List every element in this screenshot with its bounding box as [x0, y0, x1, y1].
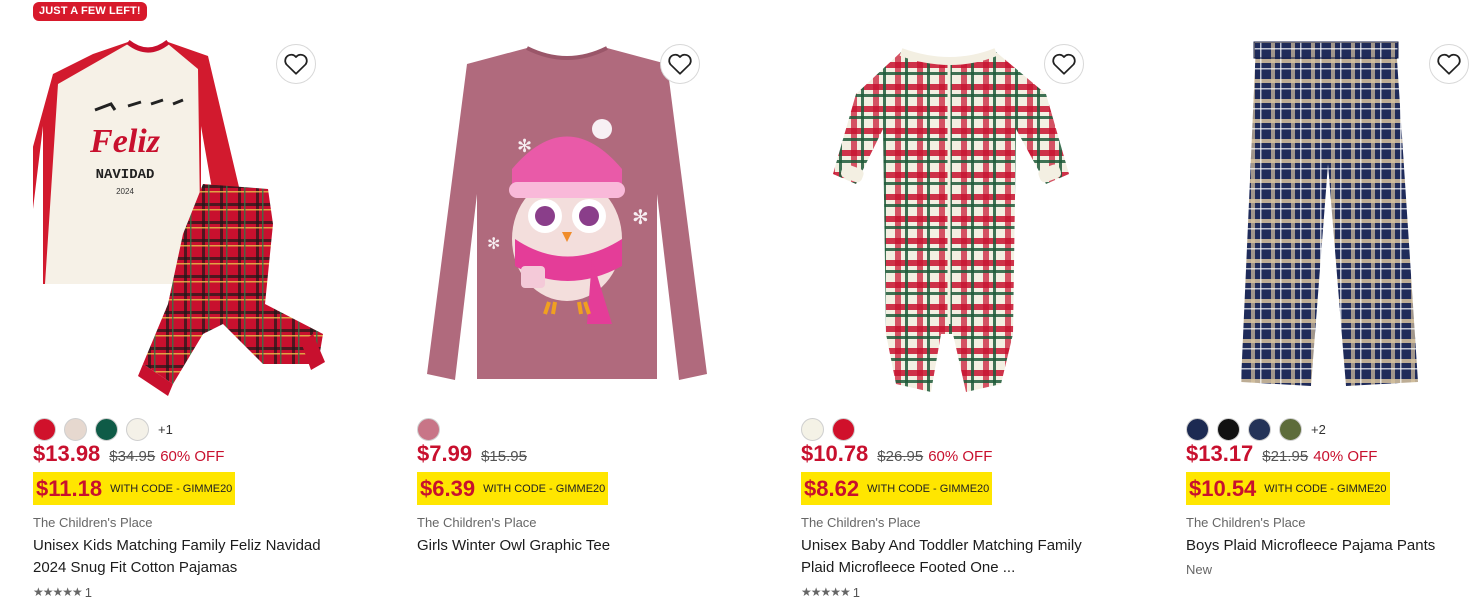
- code-text: WITH CODE - GIMME20: [867, 482, 990, 495]
- code-text: WITH CODE - GIMME20: [1264, 482, 1387, 495]
- product-card[interactable]: +2 $13.17 $21.95 40% OFF $10.54 WITH COD…: [1186, 0, 1479, 600]
- product-image[interactable]: Feliz NAVIDAD 2024: [33, 34, 333, 404]
- product-image[interactable]: ✻ ✻ ✻: [417, 34, 717, 404]
- heart-outline-icon: [284, 53, 308, 75]
- promo-code-price: $8.62 WITH CODE - GIMME20: [801, 472, 993, 505]
- svg-text:✻: ✻: [517, 136, 532, 156]
- product-title[interactable]: Boys Plaid Microfleece Pajama Pants: [1186, 535, 1479, 557]
- rating-stars-icon: ★★★★★: [33, 585, 83, 599]
- color-swatch[interactable]: [1217, 417, 1240, 441]
- rating-stars-icon: ★★★★★: [801, 585, 851, 599]
- promo-code-price: $6.39 WITH CODE - GIMME20: [417, 472, 609, 505]
- product-card[interactable]: $10.78 $26.95 60% OFF $8.62 WITH CODE - …: [801, 0, 1161, 600]
- product-card[interactable]: ✻ ✻ ✻ $7.99 $15.95 $6.39 WITH CODE - GIM…: [417, 0, 777, 600]
- price-row: $10.78 $26.95 60% OFF: [801, 441, 992, 471]
- rating-count: 1: [852, 584, 861, 600]
- color-swatch[interactable]: [801, 417, 824, 441]
- brand-name: The Children's Place: [33, 515, 153, 530]
- original-price: $21.95: [1262, 448, 1309, 465]
- wishlist-button[interactable]: [1429, 44, 1469, 84]
- brand-name: The Children's Place: [417, 515, 537, 530]
- heart-outline-icon: [668, 53, 692, 75]
- discount-label: 40% OFF: [1313, 448, 1378, 465]
- svg-text:2024: 2024: [116, 187, 134, 196]
- price-row: $13.98 $34.95 60% OFF: [33, 441, 224, 471]
- product-rating[interactable]: ★★★★★ 1: [33, 584, 93, 600]
- discount-label: 60% OFF: [160, 448, 225, 465]
- svg-text:✻: ✻: [632, 207, 649, 229]
- plaid-pajama-pants-image: [1241, 41, 1418, 386]
- discount-label: 60% OFF: [928, 448, 993, 465]
- product-title[interactable]: Unisex Kids Matching Family Feliz Navida…: [33, 535, 333, 579]
- price-row: $13.17 $21.95 40% OFF: [1186, 441, 1377, 471]
- product-title[interactable]: Girls Winter Owl Graphic Tee: [417, 535, 717, 557]
- code-price: $6.39: [420, 475, 476, 501]
- brand-name: The Children's Place: [801, 515, 921, 530]
- color-swatch[interactable]: [95, 417, 118, 441]
- color-swatches: +1: [33, 417, 173, 441]
- color-swatch[interactable]: [1186, 417, 1209, 441]
- code-price: $10.54: [1189, 475, 1257, 501]
- color-swatch[interactable]: [64, 417, 87, 441]
- wishlist-button[interactable]: [1044, 44, 1084, 84]
- color-swatch[interactable]: [1279, 417, 1302, 441]
- svg-text:NAVIDAD: NAVIDAD: [96, 167, 155, 183]
- code-text: WITH CODE - GIMME20: [483, 482, 606, 495]
- svg-text:Feliz: Feliz: [89, 123, 161, 160]
- promo-code-price: $11.18 WITH CODE - GIMME20: [33, 472, 236, 505]
- sale-price: $13.98: [33, 441, 101, 466]
- wishlist-button[interactable]: [660, 44, 700, 84]
- product-title[interactable]: Unisex Baby And Toddler Matching Family …: [801, 535, 1101, 579]
- rating-count: 1: [84, 584, 93, 600]
- product-card[interactable]: JUST A FEW LEFT! Feliz NAVIDAD 2024 +1 $…: [33, 0, 393, 600]
- promo-code-price: $10.54 WITH CODE - GIMME20: [1186, 472, 1390, 505]
- holiday-pajama-set-image: Feliz NAVIDAD 2024: [33, 39, 325, 396]
- color-swatch[interactable]: [832, 417, 855, 441]
- low-stock-badge: JUST A FEW LEFT!: [33, 2, 147, 21]
- product-image[interactable]: [1186, 34, 1479, 404]
- original-price: $34.95: [109, 448, 156, 465]
- svg-text:✻: ✻: [487, 236, 500, 253]
- price-row: $7.99 $15.95: [417, 441, 527, 471]
- color-swatch[interactable]: [33, 417, 56, 441]
- sale-price: $7.99: [417, 441, 473, 466]
- brand-name: The Children's Place: [1186, 515, 1306, 530]
- sale-price: $10.78: [801, 441, 869, 466]
- product-rating[interactable]: ★★★★★ 1: [801, 584, 861, 600]
- heart-outline-icon: [1437, 53, 1461, 75]
- more-colors-link[interactable]: +2: [1311, 422, 1326, 437]
- plaid-footed-onesie-image: [833, 48, 1069, 392]
- code-price: $8.62: [804, 475, 860, 501]
- product-grid: JUST A FEW LEFT! Feliz NAVIDAD 2024 +1 $…: [0, 0, 1479, 600]
- wishlist-button[interactable]: [276, 44, 316, 84]
- code-price: $11.18: [36, 475, 103, 501]
- color-swatches: [801, 417, 863, 441]
- sale-price: $13.17: [1186, 441, 1254, 466]
- color-swatch[interactable]: [417, 417, 440, 441]
- original-price: $15.95: [481, 448, 527, 465]
- product-image[interactable]: [801, 34, 1101, 404]
- color-swatch[interactable]: [1248, 417, 1271, 441]
- color-swatches: [417, 417, 448, 441]
- code-text: WITH CODE - GIMME20: [110, 482, 233, 495]
- color-swatch[interactable]: [126, 417, 149, 441]
- more-colors-link[interactable]: +1: [158, 422, 173, 437]
- owl-graphic-tee-image: ✻ ✻ ✻: [427, 46, 707, 380]
- color-swatches: +2: [1186, 417, 1326, 441]
- original-price: $26.95: [877, 448, 924, 465]
- heart-outline-icon: [1052, 53, 1076, 75]
- new-tag: New: [1186, 562, 1213, 577]
